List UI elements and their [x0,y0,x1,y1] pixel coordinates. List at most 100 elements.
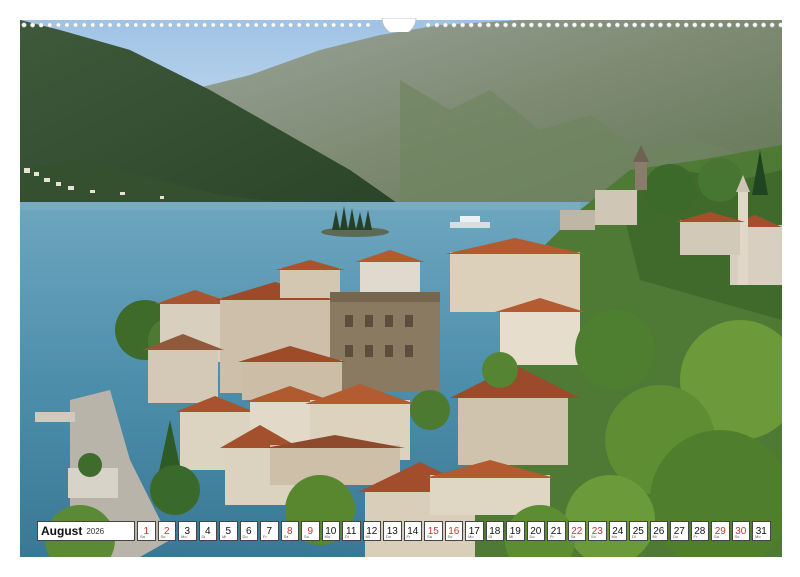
binding-hole [124,22,130,28]
day-abbreviation: Mo [611,534,618,539]
day-abbreviation: Mo [181,534,187,539]
day-cell: 30 So [731,521,750,541]
binding-hole [683,22,689,28]
binding-hole [743,22,749,28]
day-cell: 1 Sa [137,521,156,541]
binding-hole [348,22,354,28]
day-cell: 29 Sa [711,521,730,541]
binding-hole [288,22,294,28]
day-cell: 3 Mo [178,521,197,541]
binding-hole [649,22,655,28]
day-list: 1 Sa 2 So 3 Mo 4 Di 5 Mi 6 Do 7 Fr 8 Sa 9 So 10 Mo 11 Di 12 Mi 1… [137,521,773,541]
binding-hole [477,22,483,28]
day-abbreviation: Sa [427,534,432,539]
day-number: 7 [266,525,273,537]
binding-hole [726,22,732,28]
day-cell: 31 Mo [752,521,771,541]
binding-hole [485,22,491,28]
day-cell: 17 Mo [465,521,484,541]
day-abbreviation: Di [488,534,493,539]
day-cell: 2 So [157,521,176,541]
day-cell: 8 Sa [280,521,299,541]
day-abbreviation: Mi [222,534,227,539]
day-abbreviation: Fr [406,534,411,539]
day-abbreviation: So [447,534,453,539]
binding-hole [623,22,629,28]
spiral-binding [20,18,782,32]
day-abbreviation: Sa [140,534,145,539]
binding-hole [313,22,319,28]
day-abbreviation: Sa [570,534,576,539]
binding-hole [30,22,36,28]
binding-hole [606,22,612,28]
binding-hole [184,22,190,28]
day-abbreviation: Fr [263,534,267,539]
binding-hole [141,22,147,28]
binding-hole [511,22,517,28]
day-cell: 6 Do [239,521,258,541]
day-abbreviation: So [160,534,166,539]
day-abbreviation: Mi [652,534,657,539]
binding-hole [64,22,70,28]
binding-hole [262,22,268,28]
day-cell: 15 Sa [424,521,443,541]
binding-hole [245,22,251,28]
binding-hole [116,22,122,28]
day-abbreviation: Do [673,534,679,539]
binding-hole [425,22,431,28]
binding-hole [270,22,276,28]
binding-hole [98,22,104,28]
day-cell: 13 Do [383,521,402,541]
day-abbreviation: So [591,534,596,539]
binding-hole [468,22,474,28]
binding-hole [769,22,775,28]
binding-hole [55,22,61,28]
day-cell: 5 Mi [219,521,238,541]
binding-hole [700,22,706,28]
day-abbreviation: Fr [550,534,554,539]
day-cell: 22 Sa [567,521,586,541]
day-cell: 21 Fr [547,521,566,541]
binding-hole [554,22,560,28]
binding-hole [778,22,782,28]
landscape-photo [20,20,782,557]
day-abbreviation: Sa [283,534,289,539]
binding-hole [761,22,767,28]
calendar-strip: August 2026 1 Sa 2 So 3 Mo 4 Di 5 Mi 6 Do 7 Fr 8 Sa 9 So 1… [37,521,773,541]
day-cell: 16 So [444,521,463,541]
binding-hole [202,22,208,28]
binding-hole [305,22,311,28]
day-abbreviation: Do [529,534,535,539]
day-cell: 27 Do [670,521,689,541]
binding-hole [38,22,44,28]
day-abbreviation: Di [632,534,636,539]
day-cell: 4 Di [198,521,217,541]
day-cell: 9 So [301,521,320,541]
binding-hole [133,22,139,28]
day-number: 5 [225,525,232,537]
day-abbreviation: Do [386,534,392,539]
day-abbreviation: Di [345,534,349,539]
binding-hole [227,22,233,28]
binding-hole [279,22,285,28]
binding-hole [589,22,595,28]
day-abbreviation: Sa [714,534,719,539]
binding-hole [632,22,638,28]
day-abbreviation: Mo [468,534,474,539]
binding-holes [21,18,782,32]
binding-hole [571,22,577,28]
binding-hole [546,22,552,28]
month-label: August 2026 [37,521,135,541]
binding-hole [176,22,182,28]
binding-hole [210,22,216,28]
day-abbreviation: So [734,534,740,539]
binding-hole [675,22,681,28]
day-number: 4 [204,525,211,537]
binding-hole [503,22,509,28]
binding-hole [253,22,259,28]
day-cell: 12 Mi [362,521,381,541]
binding-hole [90,22,96,28]
binding-hole [528,22,534,28]
day-cell: 23 So [588,521,607,541]
binding-hole [692,22,698,28]
